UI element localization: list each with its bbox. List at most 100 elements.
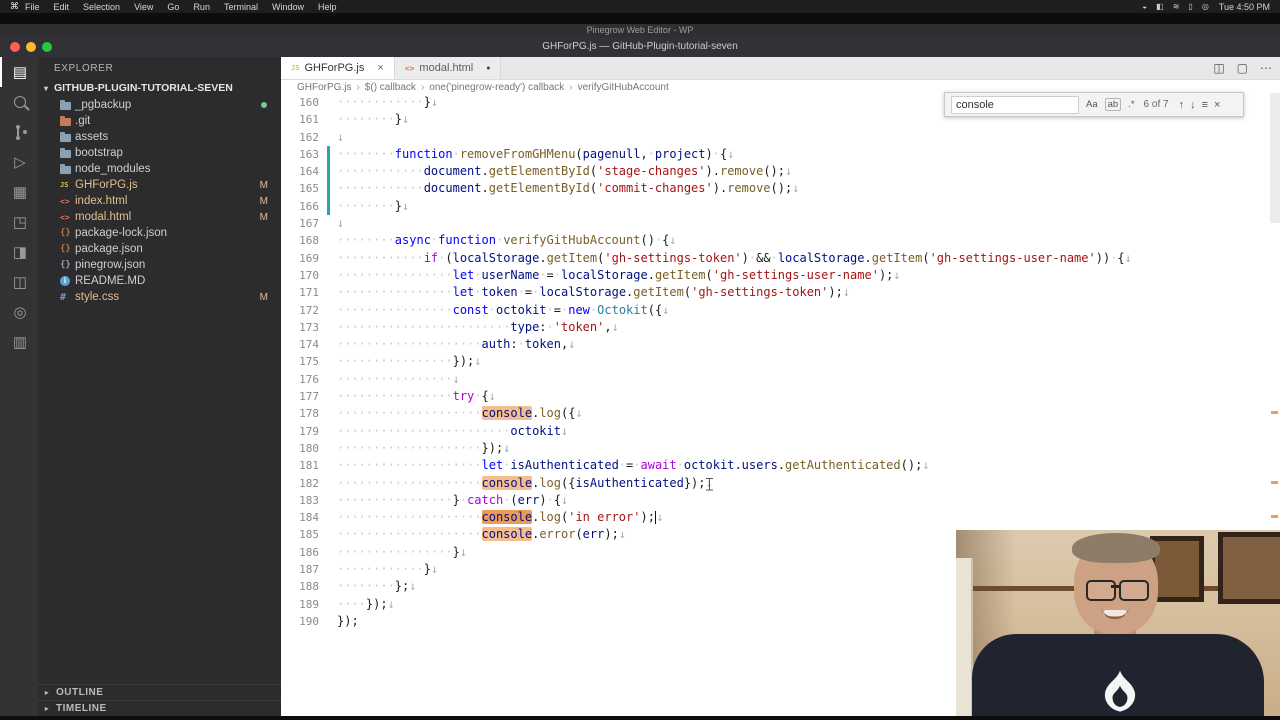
file-tree-item[interactable]: <> modal.html M [38,209,281,225]
live-server-icon[interactable]: ◎ [0,297,38,327]
file-tree-item[interactable]: # style.css M [38,289,281,305]
editor-scrollbar[interactable] [1270,93,1280,223]
code-token: ↓ [337,129,345,144]
find-in-selection-toggle[interactable]: ≡ [1202,99,1208,111]
file-tree-item[interactable]: {} package-lock.json [38,225,281,241]
menu-item[interactable]: Window [272,2,304,12]
line-number: 183 [299,493,319,507]
bookmarks-icon[interactable]: ▥ [0,327,38,357]
next-match-button[interactable]: ↓ [1190,99,1196,111]
code-token: ↓ [842,285,851,300]
menu-item[interactable]: Terminal [224,2,258,12]
regex-toggle[interactable]: .* [1126,99,1136,110]
more-actions-icon[interactable]: ⋯ [1260,61,1272,75]
search-match: console [481,527,533,542]
file-tree-item[interactable]: assets [38,129,281,145]
code-token: 'commit-changes' [597,181,713,196]
code-token: document [423,164,482,179]
wifi-icon[interactable]: ≋ [1173,2,1180,11]
docker-icon[interactable]: ◨ [0,237,38,267]
code-token: ( [683,285,692,300]
menu-item[interactable]: Run [193,2,210,12]
html-file-icon: <> [404,63,415,73]
split-editor-icon[interactable]: ◫ [1213,61,1224,75]
layout-icon[interactable]: ▢ [1237,61,1248,75]
code-token: ↓ [430,95,439,109]
breadcrumb-item[interactable]: $() callback [365,82,416,93]
line-number: 180 [299,441,319,455]
pinegrow-window-titlebar[interactable]: Pinegrow Web Editor - WP [0,24,1280,37]
file-tree-item[interactable]: bootstrap [38,145,281,161]
file-tree-item[interactable]: {} package.json [38,241,281,257]
file-tree-item[interactable]: node_modules [38,161,281,177]
editor-tab[interactable]: JS GHForPG.js × [281,57,395,79]
source-control-icon[interactable] [0,117,38,147]
timeline-panel-header[interactable]: ▸ TIMELINE [38,700,281,716]
project-folder-row[interactable]: ▾ GITHUB-PLUGIN-TUTORIAL-SEVEN [38,80,281,96]
whole-word-toggle[interactable]: ab [1104,98,1122,111]
file-tree-item[interactable]: _pgbackup [38,97,281,113]
file-name: GHForPG.js [75,179,138,191]
remote-icon[interactable]: ◫ [0,267,38,297]
menu-item[interactable]: View [134,2,153,12]
code-token: = [553,302,561,317]
menu-item[interactable]: Help [318,2,337,12]
vscode-titlebar[interactable]: GHForPG.js — GitHub-Plugin-tutorial-seve… [0,37,1280,57]
close-tab-icon[interactable]: × [377,62,383,74]
code-token: ({ [647,302,663,317]
window-zoom-button[interactable] [42,42,52,52]
presenter-hair [1072,533,1160,563]
code-line: 171 ················let·token·=·localStor… [281,284,1280,301]
explorer-icon[interactable]: ▤ [0,57,38,87]
menu-item[interactable]: Selection [83,2,120,12]
close-find-button[interactable]: × [1214,99,1220,111]
window-minimize-button[interactable] [26,42,36,52]
line-number: 175 [299,355,319,369]
code-token: } [423,562,431,577]
file-tree-item[interactable]: <> index.html M [38,193,281,209]
file-name: package.json [75,243,143,255]
code-line-content: ····················});↓ [337,440,1280,457]
code-line-content: ········async·function·verifyGitHubAccou… [337,232,1280,249]
menu-item[interactable]: File [25,2,40,12]
breadcrumb-item[interactable]: GHForPG.js [297,82,351,93]
display-icon[interactable]: ◒ [1142,2,1147,11]
find-input[interactable] [951,95,1079,114]
menubar-clock[interactable]: Tue 4:50 PM [1219,2,1270,12]
code-token: 'gh-settings-token' [691,285,829,300]
code-token: . [481,181,489,196]
code-token: octokit [510,423,561,438]
file-tree-item[interactable]: JS GHForPG.js M [38,177,281,193]
extensions-icon[interactable]: ▦ [0,177,38,207]
outline-panel-header[interactable]: ▸ OUTLINE [38,684,281,700]
code-line-content: ················let·userName·=·localStor… [337,267,1280,284]
file-name: style.css [75,291,120,303]
file-icon: i [60,276,75,286]
menu-item[interactable]: Edit [54,2,70,12]
code-token: ········ [337,579,395,594]
code-token: log [539,510,561,525]
code-token: { [553,492,562,507]
control-center-icon[interactable]: ◎ [1202,2,1209,11]
battery-icon[interactable]: ▯ [1188,2,1192,11]
file-tree-item[interactable]: .git [38,113,281,129]
chevron-right-icon: ▸ [44,688,50,697]
search-icon[interactable] [0,87,38,117]
line-number: 172 [299,303,319,317]
breadcrumb-item[interactable]: verifyGitHubAccount [578,82,669,93]
match-case-toggle[interactable]: Aa [1084,99,1100,110]
menu-item[interactable]: Go [167,2,179,12]
apple-menu-icon[interactable]: ⌘ [10,1,19,12]
run-debug-icon[interactable]: ▷ [0,147,38,177]
breadcrumb-item[interactable]: one('pinegrow-ready') callback [429,82,564,93]
keyboard-icon[interactable]: ◧ [1156,2,1164,11]
testing-icon[interactable]: ◳ [0,207,38,237]
previous-match-button[interactable]: ↑ [1179,99,1185,111]
file-tree-item[interactable]: i README.MD [38,273,281,289]
window-close-button[interactable] [10,42,20,52]
editor-tab[interactable]: <> modal.html ● [394,57,502,79]
file-tree-item[interactable]: {} pinegrow.json [38,257,281,273]
code-token: · [546,492,554,507]
code-line-content: ····················console.log({isAuthe… [337,475,1280,492]
chevron-right-icon: › [569,81,573,93]
